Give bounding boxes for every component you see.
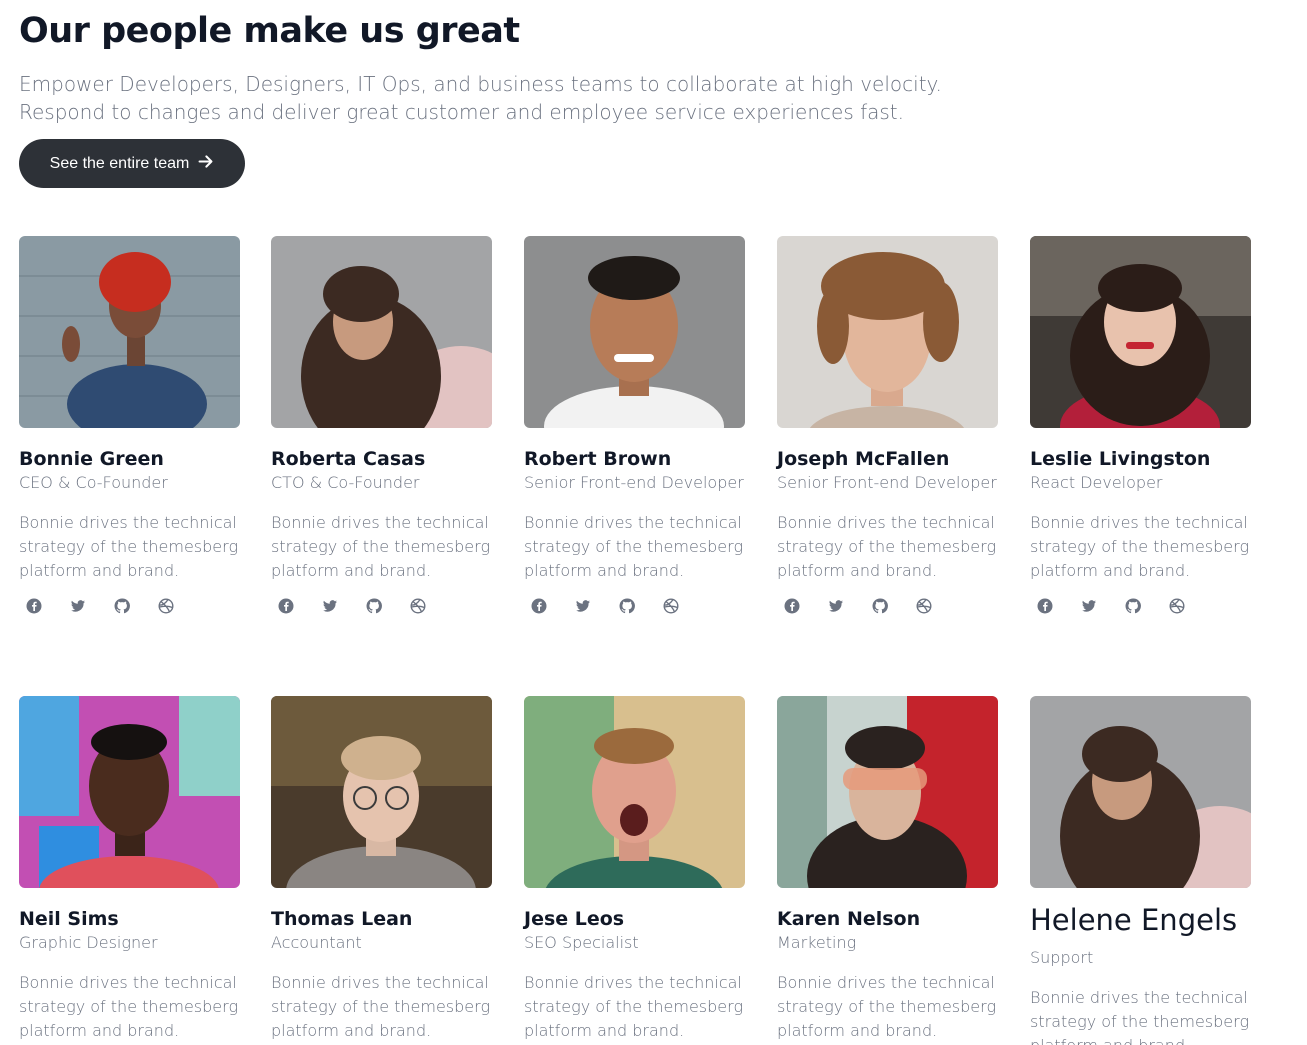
member-role: Marketing — [777, 933, 857, 952]
member-role: React Developer — [1030, 473, 1163, 492]
member-description: Bonnie drives the technical strategy of … — [524, 513, 744, 580]
facebook-icon[interactable] — [531, 598, 547, 614]
facebook-icon[interactable] — [26, 598, 42, 614]
member-name: Neil Sims — [19, 908, 119, 930]
dribbble-icon[interactable] — [158, 598, 174, 614]
github-icon[interactable] — [366, 598, 382, 614]
member-name: Robert Brown — [524, 448, 672, 470]
member-description: Bonnie drives the technical strategy of … — [1030, 988, 1250, 1045]
twitter-icon[interactable] — [828, 598, 844, 614]
member-description: Bonnie drives the technical strategy of … — [19, 513, 239, 580]
facebook-icon[interactable] — [784, 598, 800, 614]
member-description: Bonnie drives the technical strategy of … — [19, 973, 239, 1040]
dribbble-icon[interactable] — [916, 598, 932, 614]
member-name: Helene Engels — [1030, 903, 1238, 937]
twitter-icon[interactable] — [1081, 598, 1097, 614]
github-icon[interactable] — [1125, 598, 1141, 614]
team-member-card: Jese Leos SEO Specialist Bonnie drives t… — [524, 696, 746, 1043]
member-photo — [1030, 236, 1251, 428]
member-photo — [777, 236, 998, 428]
dribbble-icon[interactable] — [410, 598, 426, 614]
member-description: Bonnie drives the technical strategy of … — [271, 513, 491, 580]
member-description: Bonnie drives the technical strategy of … — [271, 973, 491, 1040]
github-icon[interactable] — [872, 598, 888, 614]
team-member-card: Helene Engels Support Bonnie drives the … — [1030, 696, 1252, 1045]
member-role: Senior Front-end Developer — [777, 473, 997, 492]
section-header: Our people make us great Empower Develop… — [19, 8, 1039, 126]
team-member-card: Roberta Casas CTO & Co-Founder Bonnie dr… — [271, 236, 493, 614]
twitter-icon[interactable] — [575, 598, 591, 614]
member-photo — [271, 236, 492, 428]
see-entire-team-button[interactable]: See the entire team — [19, 139, 245, 188]
member-role: Senior Front-end Developer — [524, 473, 744, 492]
member-role: Support — [1030, 948, 1094, 967]
twitter-icon[interactable] — [70, 598, 86, 614]
member-photo — [19, 236, 240, 428]
team-section: Our people make us great Empower Develop… — [0, 0, 1307, 1045]
member-photo — [271, 696, 492, 888]
member-description: Bonnie drives the technical strategy of … — [1030, 513, 1250, 580]
member-role: SEO Specialist — [524, 933, 639, 952]
team-member-card: Leslie Livingston React Developer Bonnie… — [1030, 236, 1252, 614]
github-icon[interactable] — [619, 598, 635, 614]
member-description: Bonnie drives the technical strategy of … — [524, 973, 744, 1040]
twitter-icon[interactable] — [322, 598, 338, 614]
member-role: CEO & Co-Founder — [19, 473, 168, 492]
member-name: Joseph McFallen — [777, 448, 950, 470]
facebook-icon[interactable] — [1037, 598, 1053, 614]
github-icon[interactable] — [114, 598, 130, 614]
member-role: Graphic Designer — [19, 933, 158, 952]
member-name: Leslie Livingston — [1030, 448, 1211, 470]
member-name: Jese Leos — [524, 908, 625, 930]
team-member-card: Karen Nelson Marketing Bonnie drives the… — [777, 696, 999, 1043]
team-member-card: Thomas Lean Accountant Bonnie drives the… — [271, 696, 493, 1043]
member-photo — [524, 696, 745, 888]
member-description: Bonnie drives the technical strategy of … — [777, 973, 997, 1040]
social-links — [271, 598, 493, 614]
social-links — [19, 598, 241, 614]
team-member-card: Robert Brown Senior Front-end Developer … — [524, 236, 746, 614]
dribbble-icon[interactable] — [663, 598, 679, 614]
member-name: Karen Nelson — [777, 908, 921, 930]
member-role: CTO & Co-Founder — [271, 473, 420, 492]
arrow-right-icon — [197, 153, 214, 175]
team-member-card: Joseph McFallen Senior Front-end Develop… — [777, 236, 999, 614]
social-links — [777, 598, 999, 614]
team-member-card: Neil Sims Graphic Designer Bonnie drives… — [19, 696, 241, 1043]
dribbble-icon[interactable] — [1169, 598, 1185, 614]
page-subtitle: Empower Developers, Designers, IT Ops, a… — [19, 72, 942, 124]
member-photo — [19, 696, 240, 888]
member-name: Roberta Casas — [271, 448, 426, 470]
social-links — [1030, 598, 1252, 614]
see-entire-team-label: See the entire team — [49, 154, 190, 172]
social-links — [524, 598, 746, 614]
team-member-card: Bonnie Green CEO & Co-Founder Bonnie dri… — [19, 236, 241, 614]
member-photo — [524, 236, 745, 428]
facebook-icon[interactable] — [278, 598, 294, 614]
member-photo — [777, 696, 998, 888]
member-role: Accountant — [271, 933, 362, 952]
member-description: Bonnie drives the technical strategy of … — [777, 513, 997, 580]
member-name: Bonnie Green — [19, 448, 164, 470]
page-title: Our people make us great — [19, 11, 520, 51]
member-photo — [1030, 696, 1251, 888]
member-name: Thomas Lean — [271, 908, 413, 930]
